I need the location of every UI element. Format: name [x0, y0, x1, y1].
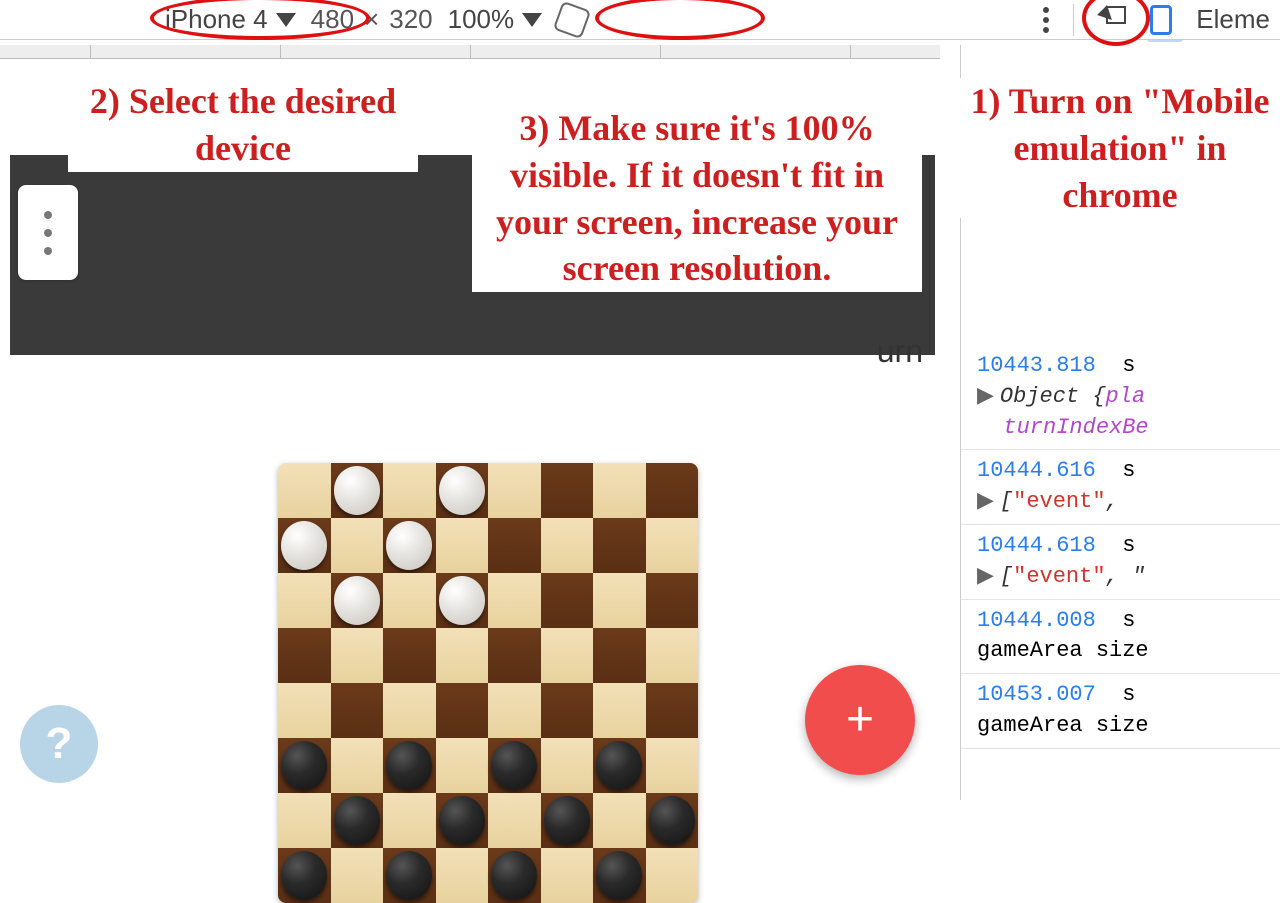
expand-arrow-icon[interactable]: ▶ [977, 564, 994, 589]
white-piece[interactable] [334, 466, 380, 514]
white-piece[interactable] [281, 521, 327, 569]
console-log[interactable]: 10444.618 s ▶["event", " [961, 525, 1280, 600]
log-time: 10453.007 [977, 682, 1096, 707]
black-piece[interactable] [439, 796, 485, 844]
log-time: 10444.008 [977, 608, 1096, 633]
zoom-selector[interactable]: 100% [448, 4, 543, 35]
add-fab[interactable]: + [805, 665, 915, 775]
times-symbol: × [364, 4, 379, 35]
height-value[interactable]: 320 [389, 4, 432, 35]
rotate-icon[interactable] [553, 0, 591, 38]
expand-arrow-icon[interactable]: ▶ [977, 489, 994, 514]
white-piece[interactable] [439, 576, 485, 624]
width-value[interactable]: 480 [311, 4, 354, 35]
black-piece[interactable] [334, 796, 380, 844]
console-log[interactable]: 10453.007 s gameArea size [961, 674, 1280, 749]
black-piece[interactable] [596, 851, 642, 899]
black-piece[interactable] [544, 796, 590, 844]
black-piece[interactable] [386, 851, 432, 899]
annotation-3: 3) Make sure it's 100% visible. If it do… [472, 105, 922, 292]
turn-label-fragment: urn [865, 327, 935, 376]
log-time: 10444.618 [977, 533, 1096, 558]
inspect-element-icon[interactable] [1098, 6, 1126, 34]
black-piece[interactable] [281, 741, 327, 789]
mobile-emulation-icon[interactable] [1150, 5, 1172, 35]
expand-arrow-icon[interactable]: ▶ [977, 384, 994, 409]
checkers-board[interactable] [278, 463, 698, 903]
separator [1073, 4, 1074, 36]
log-text: gameArea size [977, 638, 1149, 663]
device-toolbar: iPhone 4 480 × 320 100% Eleme [0, 0, 1280, 40]
console-log[interactable]: 10443.818 s ▶Object {pla turnIndexBe [961, 345, 1280, 450]
black-piece[interactable] [596, 741, 642, 789]
black-piece[interactable] [491, 851, 537, 899]
device-name: iPhone 4 [165, 4, 268, 35]
white-piece[interactable] [386, 521, 432, 569]
menu-button[interactable] [18, 185, 78, 280]
chevron-down-icon [276, 13, 296, 27]
annotation-2: 2) Select the desired device [68, 78, 418, 172]
zoom-value: 100% [448, 4, 515, 35]
help-fab[interactable]: ? [20, 705, 98, 783]
black-piece[interactable] [491, 741, 537, 789]
console-log[interactable]: 10444.616 s ▶["event", [961, 450, 1280, 525]
kebab-menu-icon[interactable] [1043, 7, 1049, 33]
annotation-1: 1) Turn on "Mobile emulation" in chrome [960, 78, 1280, 218]
black-piece[interactable] [281, 851, 327, 899]
help-icon: ? [46, 719, 73, 769]
log-time: 10444.616 [977, 458, 1096, 483]
white-piece[interactable] [334, 576, 380, 624]
elements-tab[interactable]: Eleme [1196, 4, 1270, 35]
log-object: Object { [1000, 384, 1106, 409]
plus-icon: + [846, 696, 874, 744]
chevron-down-icon [522, 13, 542, 27]
white-piece[interactable] [439, 466, 485, 514]
black-piece[interactable] [386, 741, 432, 789]
log-time: 10443.818 [977, 353, 1096, 378]
log-text: gameArea size [977, 713, 1149, 738]
ruler-horizontal [0, 45, 940, 59]
device-selector[interactable]: iPhone 4 [165, 4, 296, 35]
console-log[interactable]: 10444.008 s gameArea size [961, 600, 1280, 675]
black-piece[interactable] [649, 796, 695, 844]
dimensions: 480 × 320 [311, 4, 433, 35]
